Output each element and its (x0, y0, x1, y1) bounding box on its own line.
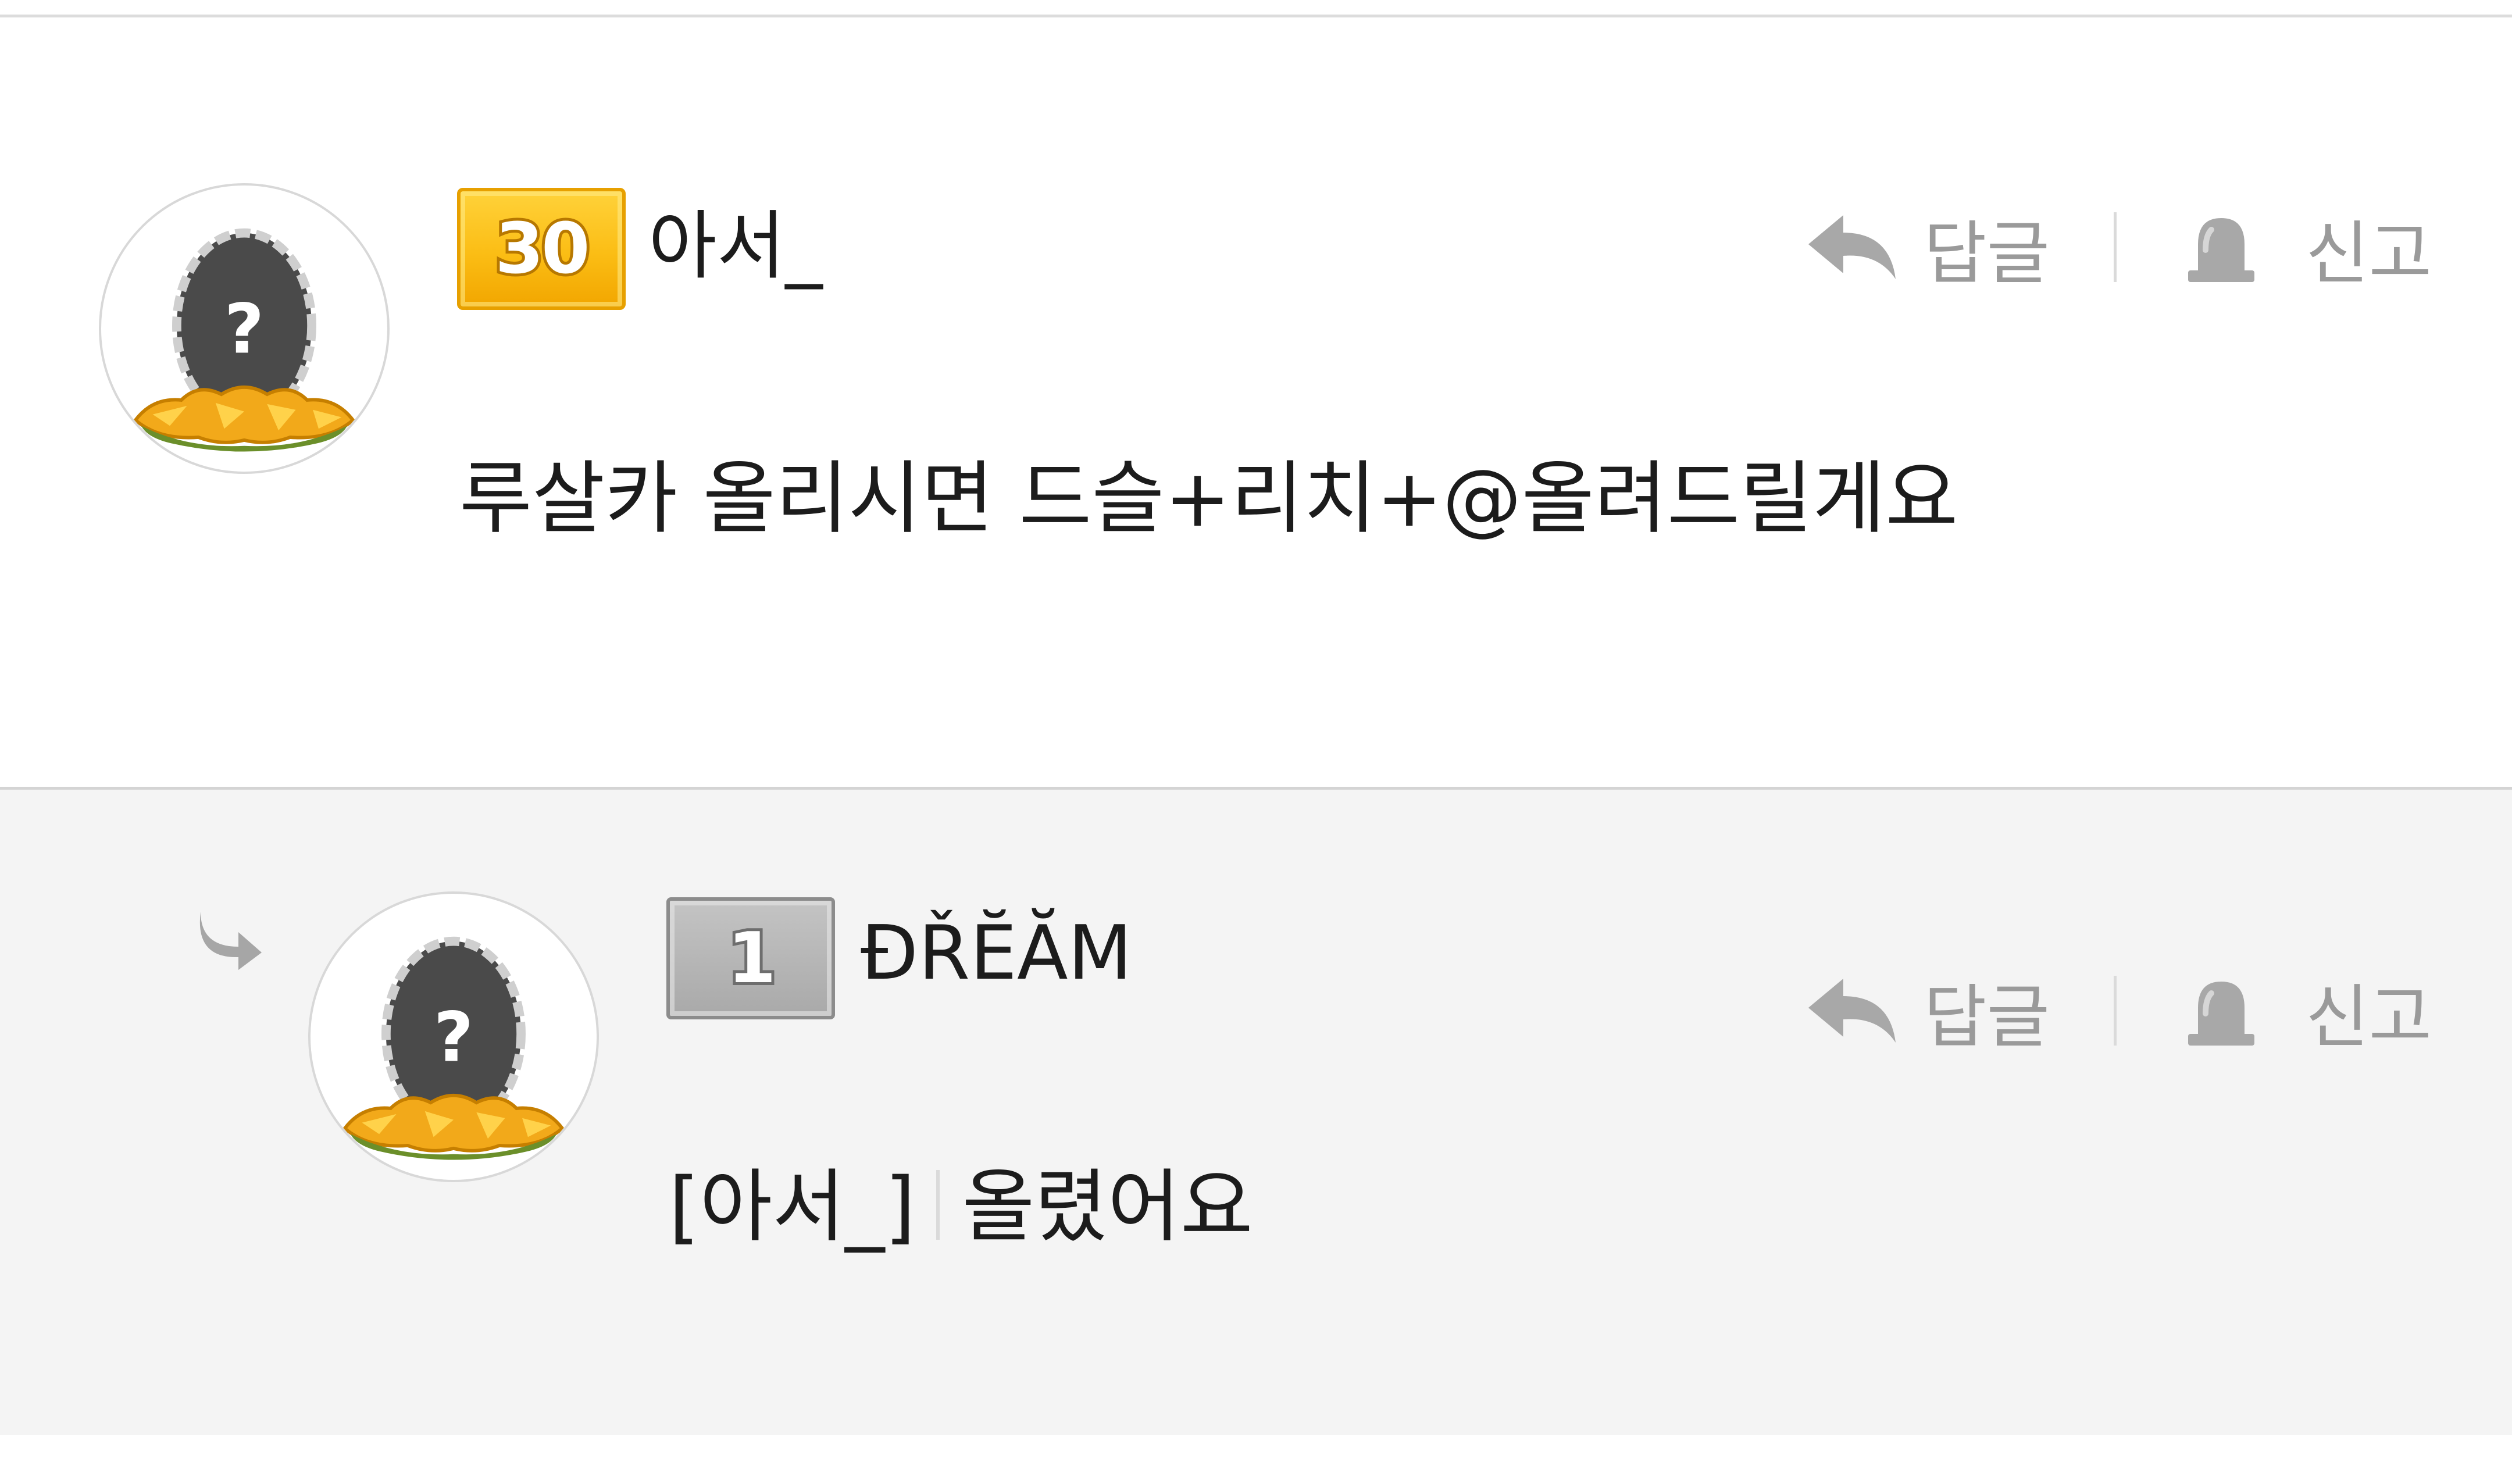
reply-label: 답글 (1924, 976, 2050, 1057)
comment-body: 올렸어요 (962, 1161, 1253, 1253)
mystery-egg-avatar-icon: ? (102, 186, 387, 471)
reply-comment-item: ? 1 ĐŘĔĂM 답글 신고 [아서_] 올렸어요 (0, 790, 2512, 1435)
author-name[interactable]: 아서_ (648, 209, 823, 284)
comment-actions: 답글 신고 (1803, 201, 2432, 294)
comment-actions: 답글 신고 (1803, 964, 2432, 1057)
level-number: 1 (725, 915, 779, 1002)
level-number: 30 (493, 206, 593, 292)
level-badge: 30 (457, 188, 626, 310)
report-label: 신고 (2306, 213, 2432, 294)
bottom-spacer (0, 1435, 2512, 1484)
avatar[interactable]: ? (308, 891, 599, 1182)
mystery-egg-avatar-icon: ? (311, 894, 596, 1179)
comment-text: 루살카 올리시면 드슬+리치+@올려드릴게요 (459, 453, 1958, 545)
reply-button[interactable]: 답글 (1803, 961, 2050, 1061)
comment-text: [아서_] 올렸어요 (669, 1168, 1253, 1247)
report-button[interactable]: 신고 (2183, 961, 2432, 1061)
action-divider (2114, 212, 2117, 282)
level-badge: 1 (666, 897, 835, 1019)
top-border (0, 0, 2512, 17)
author-name[interactable]: ĐŘĔĂM (861, 916, 1132, 991)
mention-divider (936, 1170, 940, 1240)
avatar[interactable]: ? (99, 183, 390, 474)
siren-icon (2188, 218, 2255, 282)
report-label: 신고 (2306, 976, 2432, 1057)
reply-arrow-icon (1808, 215, 1896, 279)
comment-item: ? 30 아서_ 답글 신고 루살카 올리시면 드슬+리치+@올려드릴게요 (0, 17, 2512, 790)
reply-arrow-icon (1808, 979, 1896, 1043)
siren-icon (2188, 982, 2255, 1046)
action-divider (2114, 976, 2117, 1046)
svg-text:?: ? (434, 997, 474, 1077)
reply-indicator-arrow-icon (199, 912, 262, 970)
mention-tag[interactable]: [아서_] (669, 1161, 915, 1253)
reply-button[interactable]: 답글 (1803, 198, 2050, 297)
reply-label: 답글 (1924, 213, 2050, 294)
report-button[interactable]: 신고 (2183, 198, 2432, 297)
svg-text:?: ? (224, 288, 265, 369)
